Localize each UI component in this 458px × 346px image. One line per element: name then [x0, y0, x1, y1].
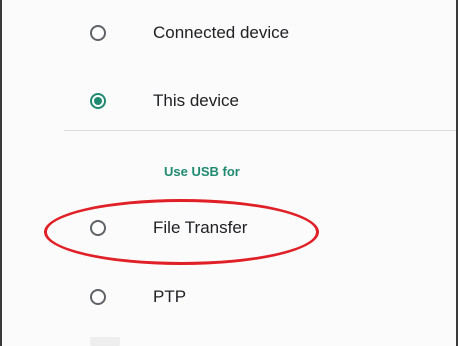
radio-unchecked-icon[interactable]: [90, 220, 106, 236]
option-label: This device: [153, 91, 239, 110]
radio-unchecked-icon[interactable]: [90, 25, 106, 41]
option-label: PTP: [153, 287, 187, 306]
option-file-transfer[interactable]: File Transfer: [62, 203, 442, 253]
radio-unchecked-icon[interactable]: [90, 289, 106, 305]
option-ptp[interactable]: PTP: [62, 272, 442, 322]
option-this-device[interactable]: This device: [62, 76, 442, 126]
usb-preferences-panel: Connected device This device Use USB for…: [0, 0, 458, 346]
next-option-partial: [90, 337, 120, 346]
radio-checked-icon[interactable]: [90, 93, 106, 109]
option-label: Connected device: [153, 23, 290, 42]
option-connected-device[interactable]: Connected device: [62, 8, 442, 58]
divider: [64, 130, 456, 131]
option-label: File Transfer: [153, 218, 248, 237]
section-header-use-usb-for: Use USB for: [164, 164, 240, 179]
